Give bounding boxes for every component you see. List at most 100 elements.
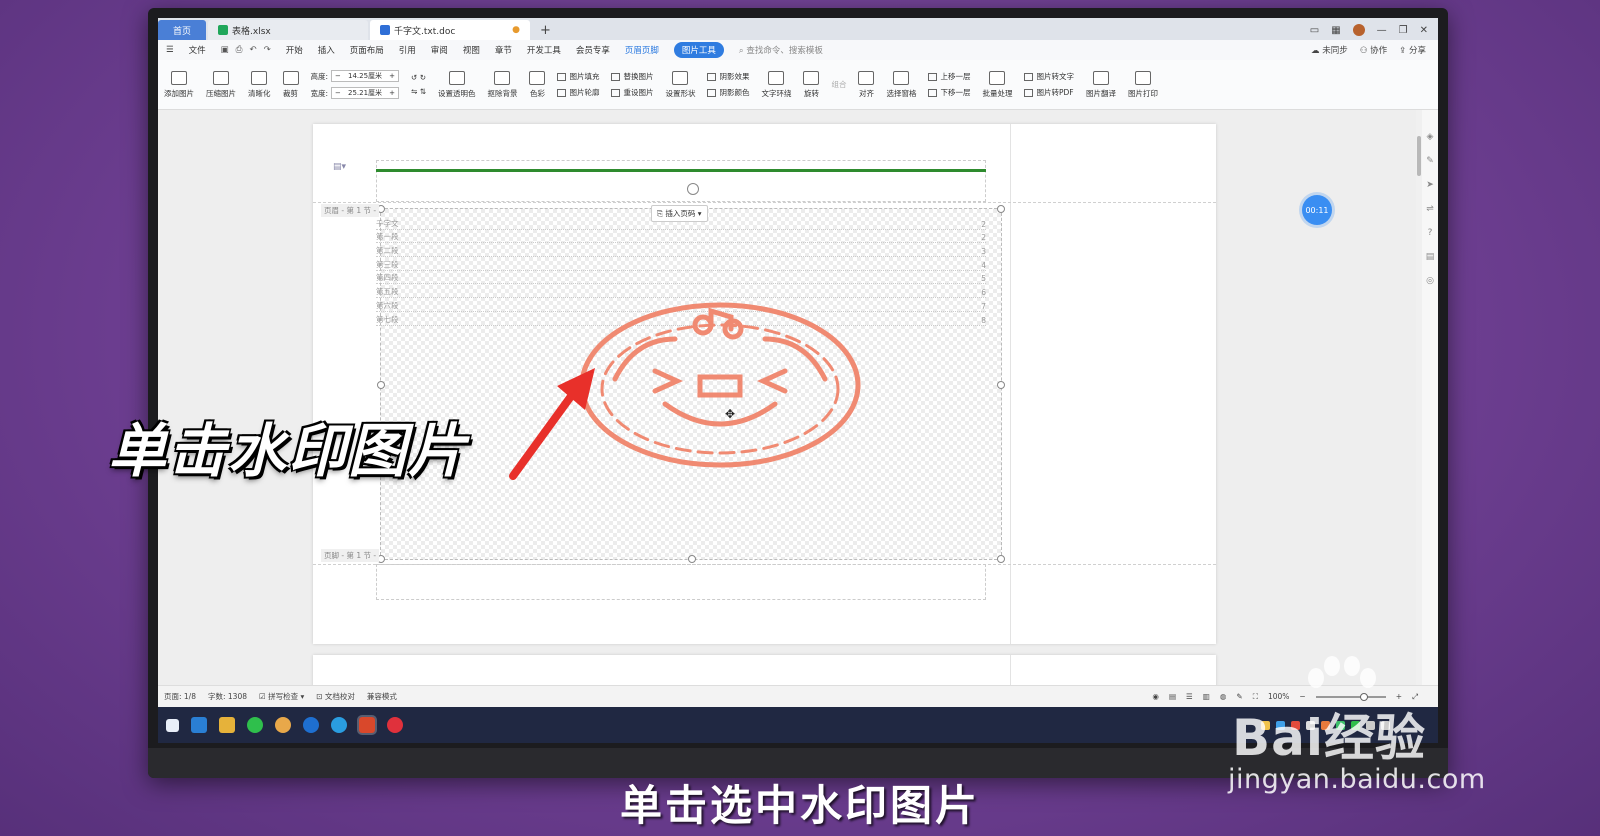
resize-handle-mr[interactable] — [997, 381, 1005, 389]
menu-header-footer[interactable]: 页眉页脚 — [625, 44, 659, 56]
save-icon[interactable]: ▣ — [221, 45, 229, 55]
resize-handle-br[interactable] — [997, 555, 1005, 563]
avatar[interactable] — [1352, 24, 1365, 36]
toc-row[interactable]: 第四段 5 — [376, 271, 986, 285]
grid-icon[interactable]: ▦ — [1331, 25, 1340, 36]
edge-browser-icon[interactable] — [331, 717, 347, 733]
mail-icon[interactable] — [191, 717, 207, 733]
pen-icon[interactable]: ✎ — [1426, 156, 1434, 166]
watermark-stamp-image[interactable] — [575, 299, 865, 471]
bring-forward-button[interactable]: 上移一层 — [928, 71, 970, 82]
document-page-2[interactable] — [313, 655, 1216, 685]
width-stepper[interactable]: −25.21厘米 + — [331, 87, 400, 99]
wechat-icon[interactable] — [247, 717, 263, 733]
footer-area[interactable] — [376, 564, 986, 600]
menu-reference[interactable]: 引用 — [399, 44, 416, 56]
page-icon[interactable]: ▤▾ — [333, 162, 346, 172]
collab-button[interactable]: ⚇ 协作 — [1360, 44, 1387, 56]
share-button[interactable]: ⇪ 分享 — [1399, 44, 1426, 56]
word-count[interactable]: 字数: 1308 — [208, 691, 247, 702]
file-explorer-icon[interactable] — [219, 717, 235, 733]
read-view-icon[interactable]: ▥ — [1203, 692, 1210, 701]
shadow-effect-button[interactable]: 阴影效果 — [707, 71, 749, 82]
toc-row[interactable]: 千字文 2 — [376, 216, 986, 230]
select-pane-button[interactable]: 选择窗格 — [886, 70, 916, 99]
command-search[interactable]: ⌕ 查找命令、搜索模板 — [739, 44, 823, 56]
restore-icon[interactable]: ❐ — [1399, 25, 1408, 36]
toc-row[interactable]: 第二段 3 — [376, 243, 986, 258]
eye-icon[interactable]: ◉ — [1152, 692, 1159, 701]
menu-file[interactable]: 文件 — [189, 44, 206, 56]
windows-start-icon[interactable] — [166, 718, 179, 732]
picture-outline-button[interactable]: 图片轮廓 — [557, 87, 599, 98]
rotate-left-icon[interactable]: ↺ ↻ — [411, 73, 426, 82]
pic-print-button[interactable]: 图片打印 — [1128, 70, 1158, 99]
doc-check-button[interactable]: ⊡ 文档校对 — [316, 691, 355, 702]
layout-icon[interactable]: ▭ — [1310, 25, 1319, 36]
settings-sliders-icon[interactable]: ⇌ — [1426, 204, 1434, 214]
resize-handle-bm[interactable] — [688, 555, 696, 563]
toc-row[interactable]: 第五段 6 — [376, 284, 986, 299]
add-picture-button[interactable]: 添加图片 — [164, 70, 194, 99]
send-backward-button[interactable]: 下移一层 — [928, 87, 970, 98]
pic-translate-button[interactable]: 图片翻译 — [1086, 70, 1116, 99]
edge-legacy-icon[interactable] — [303, 717, 319, 733]
menu-start[interactable]: 开始 — [286, 44, 303, 56]
tab-spreadsheet[interactable]: 表格.xlsx — [208, 20, 368, 40]
picture-fill-button[interactable]: 图片填充 — [557, 71, 599, 82]
help-icon[interactable]: ? — [1428, 228, 1433, 238]
shadow-color-button[interactable]: 阴影颜色 — [707, 87, 749, 98]
page-view-icon[interactable]: ▤ — [1169, 692, 1176, 701]
tab-home[interactable]: 首页 — [158, 20, 206, 40]
spell-check-toggle[interactable]: ☑ 拼写检查 ▾ — [259, 691, 304, 702]
new-tab-icon[interactable]: + — [532, 23, 559, 40]
combine-button[interactable]: 组合 — [831, 79, 846, 90]
align-button[interactable]: 对齐 — [858, 70, 875, 99]
replace-picture-button[interactable]: 替换图片 — [611, 71, 653, 82]
flip-icon[interactable]: ⇋ ⇅ — [411, 87, 426, 96]
clarity-button[interactable]: 清晰化 — [248, 70, 271, 99]
rotate-button[interactable]: 旋转 — [803, 70, 820, 99]
owl-app-icon[interactable] — [275, 717, 291, 733]
menu-insert[interactable]: 插入 — [318, 44, 335, 56]
outline-view-icon[interactable]: ☰ — [1186, 692, 1193, 701]
toc-row[interactable]: 第一段 2 — [376, 230, 986, 244]
redo-icon[interactable]: ↷ — [264, 45, 271, 55]
menu-review[interactable]: 审阅 — [431, 44, 448, 56]
resize-handle-ml[interactable] — [377, 381, 385, 389]
height-stepper[interactable]: −14.25厘米 + — [331, 70, 400, 82]
toc-row[interactable]: 第三段 4 — [376, 257, 986, 271]
set-shape-button[interactable]: 设置形状 — [665, 70, 695, 99]
minimize-icon[interactable]: — — [1377, 25, 1387, 36]
compress-picture-button[interactable]: 压缩图片 — [206, 70, 236, 99]
crop-button[interactable]: 裁剪 — [282, 70, 299, 99]
document-page[interactable]: ▤▾ 页眉 - 第 1 节 - 页脚 - 第 1 节 - ⎘ 插入页码 ▾ 千字… — [313, 124, 1216, 644]
color-button[interactable]: 色彩 — [529, 70, 546, 99]
menu-picture-tools[interactable]: 图片工具 — [673, 42, 724, 58]
select-cursor-icon[interactable]: ➤ — [1426, 180, 1434, 190]
resize-handle-tr[interactable] — [997, 205, 1005, 213]
close-icon[interactable]: ✕ — [1420, 25, 1428, 36]
wps-office-icon[interactable] — [357, 715, 377, 735]
storage-icon[interactable]: ▤ — [1426, 252, 1435, 262]
web-view-icon[interactable]: ◍ — [1220, 692, 1227, 701]
reset-picture-button[interactable]: 重设图片 — [611, 87, 653, 98]
pic-to-text-button[interactable]: 图片转文字 — [1024, 71, 1074, 82]
tab-document[interactable]: 千字文.txt.doc ● — [370, 20, 530, 40]
remove-background-button[interactable]: 抠除背景 — [487, 70, 517, 99]
scroll-thumb[interactable] — [1417, 136, 1421, 176]
page-indicator[interactable]: 页面: 1/8 — [164, 691, 196, 702]
batch-process-button[interactable]: 批量处理 — [982, 70, 1012, 99]
undo-icon[interactable]: ↶ — [249, 45, 256, 55]
sync-button[interactable]: ☁ 未同步 — [1311, 44, 1348, 56]
menu-developer[interactable]: 开发工具 — [527, 44, 561, 56]
rotate-handle-icon[interactable] — [687, 183, 699, 195]
menu-view[interactable]: 视图 — [463, 44, 480, 56]
menu-icon[interactable]: ☰ — [166, 45, 174, 55]
menu-layout[interactable]: 页面布局 — [350, 44, 384, 56]
menu-member[interactable]: 会员专享 — [576, 44, 610, 56]
wrap-text-button[interactable]: 文字环绕 — [761, 70, 791, 99]
set-transparent-button[interactable]: 设置透明色 — [438, 70, 475, 99]
pic-to-pdf-button[interactable]: 图片转PDF — [1024, 87, 1074, 98]
netease-music-icon[interactable] — [387, 717, 403, 733]
